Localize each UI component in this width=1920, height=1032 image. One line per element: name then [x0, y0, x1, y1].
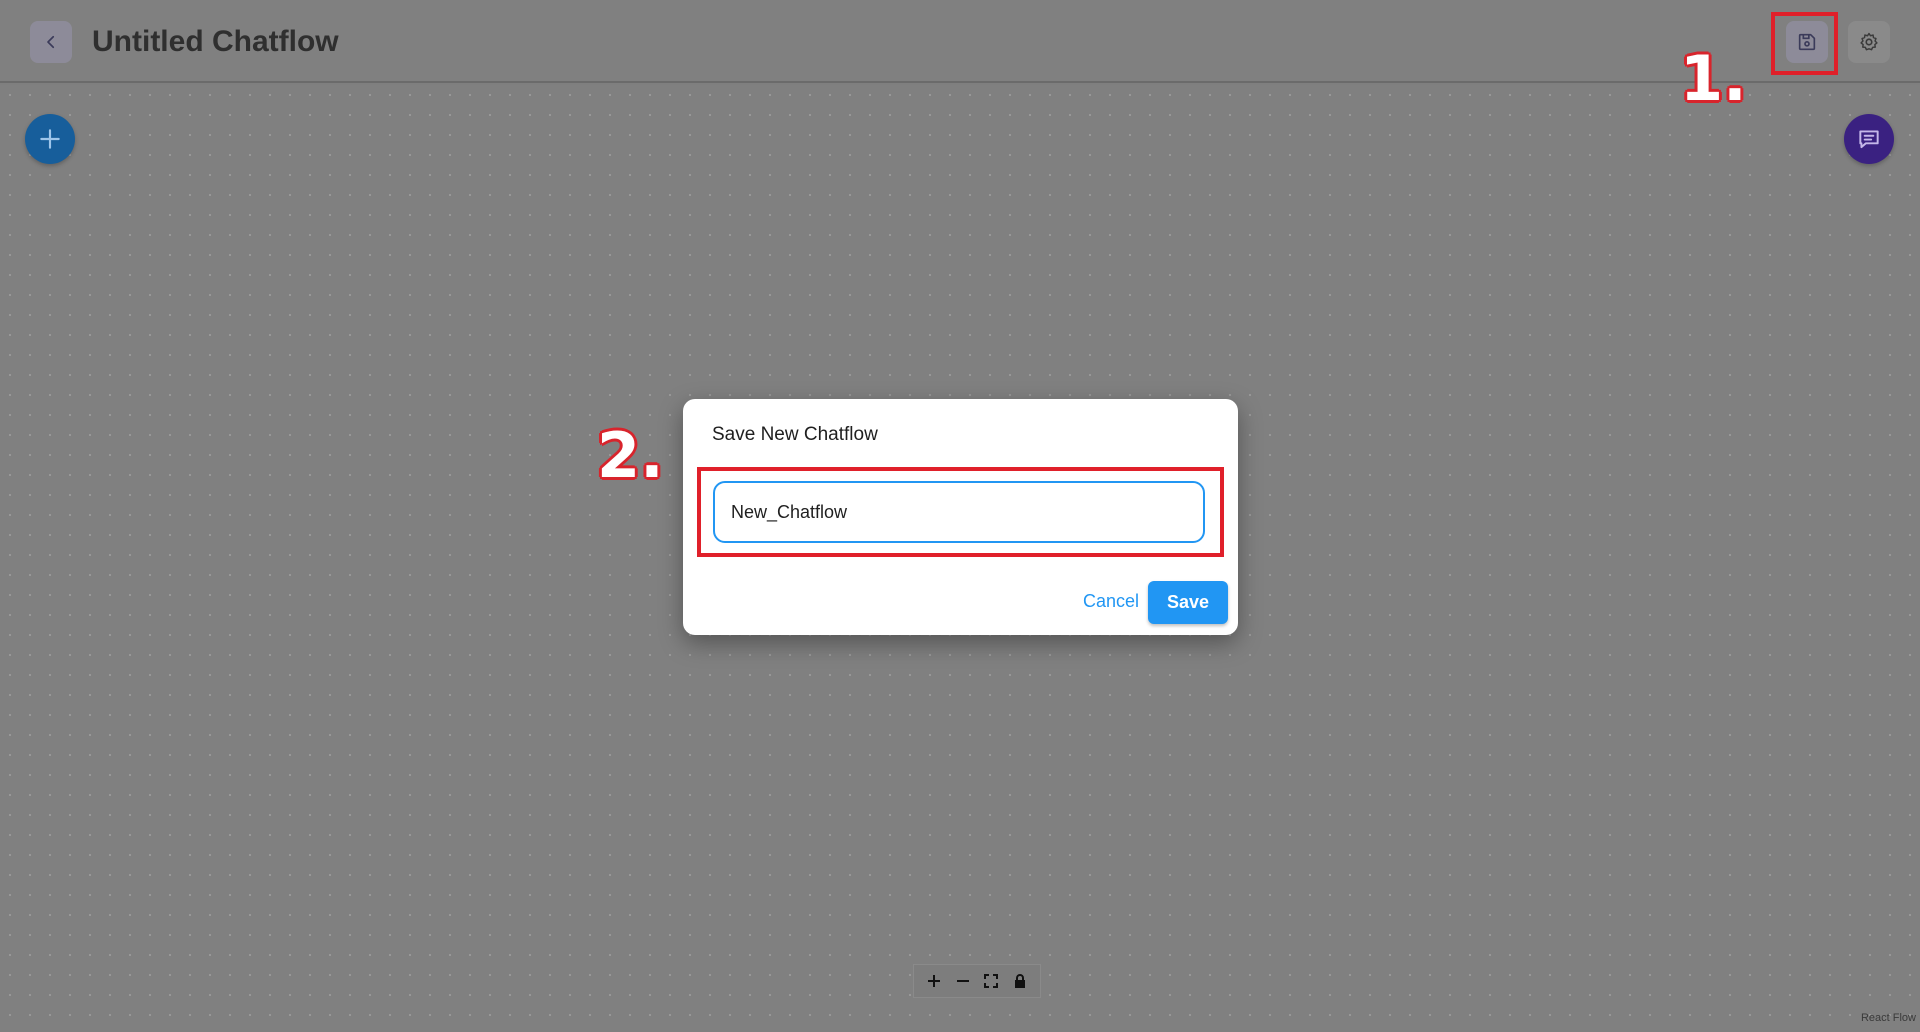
- chat-bubble-icon: [1859, 130, 1879, 149]
- highlight-box-step2: [697, 467, 1224, 557]
- gear-icon: [1860, 32, 1878, 51]
- zoom-in-button[interactable]: [921, 968, 947, 994]
- cancel-button[interactable]: Cancel: [1064, 580, 1158, 622]
- lock-icon: [1014, 974, 1025, 988]
- save-button[interactable]: Save: [1148, 581, 1228, 624]
- back-button[interactable]: [30, 21, 72, 63]
- fit-view-button[interactable]: [978, 968, 1004, 994]
- step-label-1: 1.: [1680, 42, 1747, 115]
- chevron-left-icon: [47, 35, 55, 49]
- zoom-out-button[interactable]: [950, 968, 976, 994]
- settings-button[interactable]: [1848, 21, 1890, 63]
- open-chat-button[interactable]: [1844, 114, 1894, 164]
- zoom-out-icon: [956, 980, 969, 982]
- fit-view-icon: [984, 974, 999, 988]
- dialog-title: Save New Chatflow: [712, 424, 878, 445]
- highlight-box-step1: [1771, 12, 1838, 75]
- lock-button[interactable]: [1007, 968, 1033, 994]
- page-title: Untitled Chatflow: [92, 25, 339, 58]
- react-flow-attribution[interactable]: React Flow: [1861, 1012, 1916, 1024]
- add-node-button[interactable]: [25, 114, 75, 164]
- step-label-2: 2.: [597, 419, 664, 492]
- header: Untitled Chatflow: [0, 0, 1920, 83]
- zoom-in-icon: [928, 975, 941, 987]
- plus-icon: [40, 129, 60, 149]
- flow-controls: [913, 964, 1041, 998]
